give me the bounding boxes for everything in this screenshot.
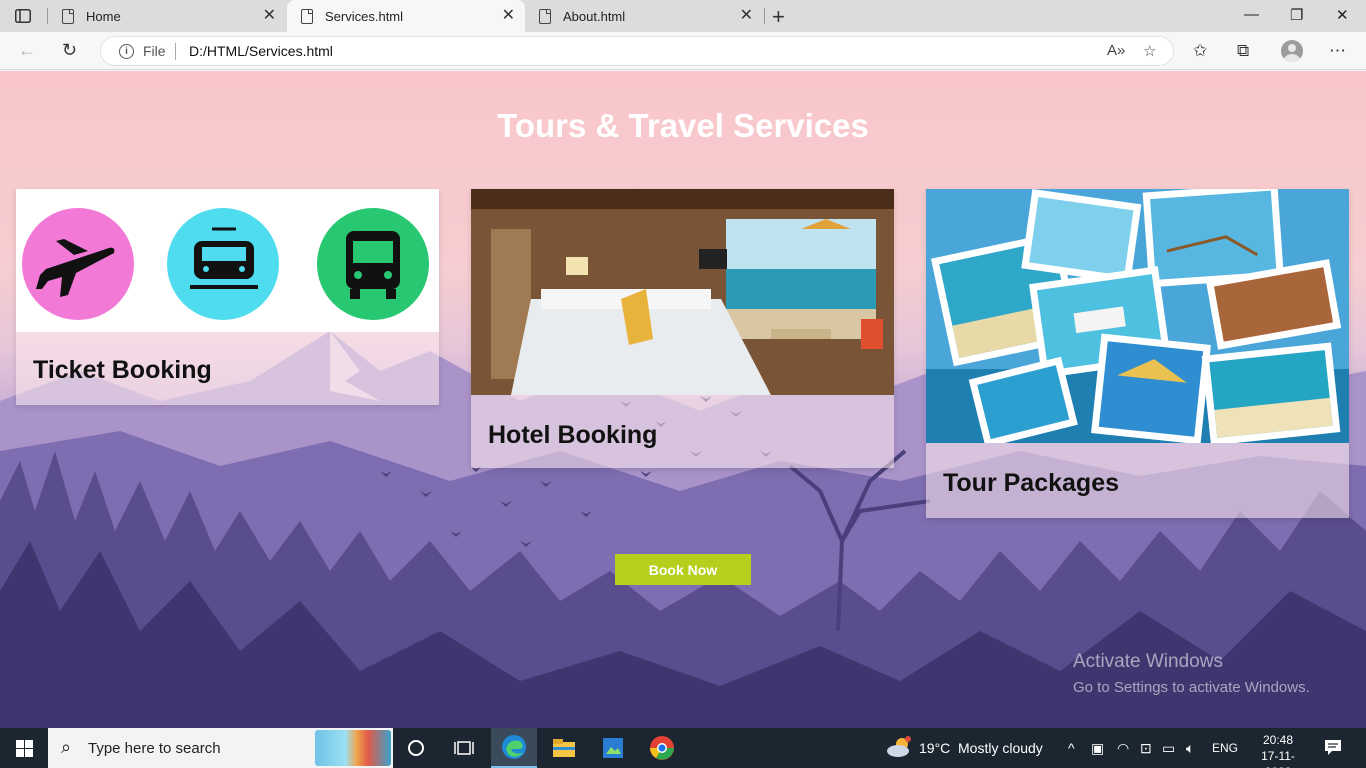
page-viewport: Tours & Travel Services Ticket Booking H… (0, 71, 1366, 728)
scheme-label: File (143, 43, 166, 59)
weather-text[interactable]: Mostly cloudy (958, 740, 1043, 756)
close-window-button[interactable]: ✕ (1336, 6, 1349, 24)
card-hotel-booking: Hotel Booking (471, 189, 894, 468)
search-placeholder: Type here to search (88, 740, 221, 757)
tab-about[interactable]: About.html ✕ (525, 0, 763, 32)
close-tab-icon[interactable]: ✕ (740, 8, 753, 24)
watermark-subtitle: Go to Settings to activate Windows. (1073, 679, 1310, 696)
restore-button[interactable]: ❐ (1290, 6, 1303, 24)
address-toolbar: ← ↻ i File D:/HTML/Services.html A» ☆ ✩ … (0, 32, 1366, 70)
close-tab-icon[interactable]: ✕ (263, 8, 276, 24)
search-icon: ⌕ (61, 737, 72, 757)
page-icon (301, 8, 313, 24)
tab-title: About.html (563, 8, 626, 24)
more-menu-icon[interactable]: ⋯ (1329, 41, 1346, 61)
back-button[interactable]: ← (18, 40, 36, 61)
card-heading: Ticket Booking (33, 356, 212, 384)
meet-now-icon[interactable]: ▣ (1091, 740, 1104, 757)
edge-browser-icon[interactable] (491, 728, 537, 768)
refresh-button[interactable]: ↻ (62, 40, 77, 61)
address-separator (175, 43, 176, 60)
tab-separator (764, 8, 765, 24)
collections-icon[interactable]: ⧉ (1237, 41, 1249, 61)
weather-cloud-icon[interactable] (886, 736, 914, 761)
page-icon (62, 8, 74, 24)
weather-temp[interactable]: 19°C (919, 740, 950, 756)
show-hidden-icons-chevron-icon[interactable]: ^ (1068, 740, 1075, 756)
card-heading: Tour Packages (943, 469, 1120, 497)
page-icon (539, 8, 551, 24)
card-heading: Hotel Booking (488, 421, 658, 449)
cortana-icon[interactable] (393, 728, 439, 768)
wifi-icon[interactable]: ◠ (1117, 740, 1129, 757)
activate-windows-watermark: Activate Windows Go to Settings to activ… (1073, 651, 1310, 696)
minimize-button[interactable]: — (1244, 6, 1259, 23)
taskbar: ⌕ Type here to search 19°C Mostly cloudy… (0, 728, 1366, 768)
card-tour-packages: Tour Packages (926, 189, 1349, 518)
tab-actions-icon[interactable] (10, 6, 36, 26)
clock-date: 17-11-2022 (1261, 749, 1295, 768)
page-title: Tours & Travel Services (497, 107, 869, 144)
tab-bar: Home ✕ Services.html ✕ About.html ✕ + — … (0, 0, 1366, 32)
tab-title: Home (86, 8, 121, 24)
volume-icon[interactable]: 🔈︎ (1186, 740, 1194, 757)
tab-services[interactable]: Services.html ✕ (287, 0, 525, 32)
url-text[interactable]: D:/HTML/Services.html (189, 43, 333, 59)
book-now-button[interactable]: Book Now (615, 554, 751, 585)
watermark-title: Activate Windows (1073, 651, 1223, 672)
info-icon[interactable]: i (119, 44, 134, 59)
battery-icon[interactable]: ▭ (1162, 740, 1175, 757)
profile-avatar[interactable] (1281, 40, 1303, 62)
address-bar[interactable]: i File D:/HTML/Services.html A» ☆ (100, 36, 1174, 66)
add-favorite-icon[interactable]: ☆ (1143, 42, 1156, 60)
chrome-icon[interactable] (639, 728, 685, 768)
clock-time: 20:48 (1262, 733, 1294, 747)
language-indicator[interactable]: ENG (1212, 741, 1238, 755)
notifications-icon[interactable] (1324, 738, 1342, 759)
favorites-icon[interactable]: ✩ (1193, 41, 1207, 61)
search-highlight-image (315, 730, 391, 766)
transport-icons-image (16, 189, 439, 332)
tab-title: Services.html (325, 8, 404, 24)
read-aloud-icon[interactable]: A» (1107, 42, 1125, 59)
hotel-room-image (471, 189, 894, 395)
task-view-icon[interactable] (441, 728, 487, 768)
onedrive-icon[interactable]: ⊡ (1140, 740, 1152, 757)
tab-home[interactable]: Home ✕ (48, 0, 286, 32)
clock[interactable]: 20:48 17-11-2022 (1254, 732, 1302, 768)
image-viewer-icon[interactable] (590, 728, 636, 768)
card-ticket-booking: Ticket Booking (16, 189, 439, 405)
windows-start-icon[interactable] (16, 740, 33, 757)
new-tab-button[interactable]: + (772, 4, 785, 30)
close-tab-icon[interactable]: ✕ (502, 8, 515, 24)
tour-collage-image (926, 189, 1349, 443)
file-explorer-icon[interactable] (541, 728, 587, 768)
taskbar-search[interactable]: ⌕ Type here to search (48, 728, 393, 768)
